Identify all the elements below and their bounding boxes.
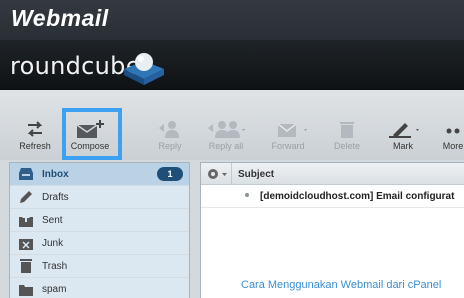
reply-label: Reply bbox=[158, 141, 182, 151]
column-divider bbox=[231, 163, 232, 185]
reply-all-button[interactable]: Reply all bbox=[200, 114, 252, 154]
folder-sent[interactable]: Sent bbox=[10, 209, 189, 232]
folder-drafts[interactable]: Drafts bbox=[10, 186, 189, 209]
inbox-icon bbox=[19, 168, 33, 180]
refresh-icon bbox=[27, 121, 43, 137]
forward-button[interactable]: Forward bbox=[262, 114, 314, 154]
folder-icon bbox=[19, 285, 33, 296]
more-icon bbox=[446, 128, 460, 134]
caption-link[interactable]: Cara Menggunakan Webmail dari cPanel bbox=[241, 279, 441, 291]
reply-icon bbox=[159, 121, 179, 138]
folder-trash[interactable]: Trash bbox=[10, 255, 189, 278]
more-label: More bbox=[442, 141, 464, 151]
folder-junk[interactable]: Junk bbox=[10, 232, 189, 255]
reply-all-label: Reply all bbox=[208, 141, 244, 151]
folder-label: spam bbox=[42, 284, 67, 295]
forward-label: Forward bbox=[271, 141, 305, 151]
delete-label: Delete bbox=[333, 141, 360, 151]
trash-icon bbox=[20, 259, 32, 273]
message-subject[interactable]: [demoidcloudhost.com] Email configurat bbox=[260, 191, 454, 202]
roundcube-logo-icon bbox=[124, 53, 164, 85]
folder-list: Inbox 1 Drafts Sent Junk Trash spam bbox=[9, 162, 190, 298]
compose-highlight bbox=[62, 108, 122, 160]
delete-button[interactable]: Delete bbox=[321, 114, 373, 154]
refresh-label: Refresh bbox=[19, 141, 51, 151]
subject-column-header[interactable]: Subject bbox=[238, 169, 274, 180]
mark-icon bbox=[389, 123, 419, 138]
mark-button[interactable]: Mark bbox=[377, 114, 429, 154]
message-list: Subject [demoidcloudhost.com] Email conf… bbox=[200, 162, 464, 298]
folder-label: Drafts bbox=[42, 192, 69, 203]
folder-spam[interactable]: spam bbox=[10, 278, 189, 298]
top-bar: Webmail bbox=[0, 0, 464, 40]
forward-icon bbox=[277, 123, 307, 137]
junk-icon bbox=[19, 239, 33, 250]
folder-label: Junk bbox=[42, 238, 64, 249]
mark-label: Mark bbox=[393, 141, 413, 151]
folder-label: Inbox bbox=[42, 169, 69, 180]
folder-label: Trash bbox=[42, 261, 68, 272]
refresh-button[interactable]: Refresh bbox=[9, 114, 61, 154]
reply-all-icon bbox=[208, 121, 245, 138]
unread-count-badge: 1 bbox=[157, 167, 183, 181]
gear-icon[interactable] bbox=[206, 167, 228, 181]
message-list-header: Subject bbox=[201, 163, 464, 185]
reply-button[interactable]: Reply bbox=[144, 114, 196, 154]
sent-icon bbox=[19, 213, 33, 227]
trash-icon bbox=[340, 122, 354, 138]
folder-inbox[interactable]: Inbox 1 bbox=[10, 163, 189, 186]
folder-label: Sent bbox=[42, 215, 63, 226]
status-dot bbox=[245, 193, 249, 197]
pencil-icon bbox=[20, 191, 32, 203]
message-row[interactable]: [demoidcloudhost.com] Email configurat bbox=[201, 186, 464, 208]
app-title: Webmail bbox=[11, 5, 109, 31]
brand-bar: roundcube bbox=[0, 40, 464, 90]
more-button[interactable]: More bbox=[433, 114, 464, 154]
